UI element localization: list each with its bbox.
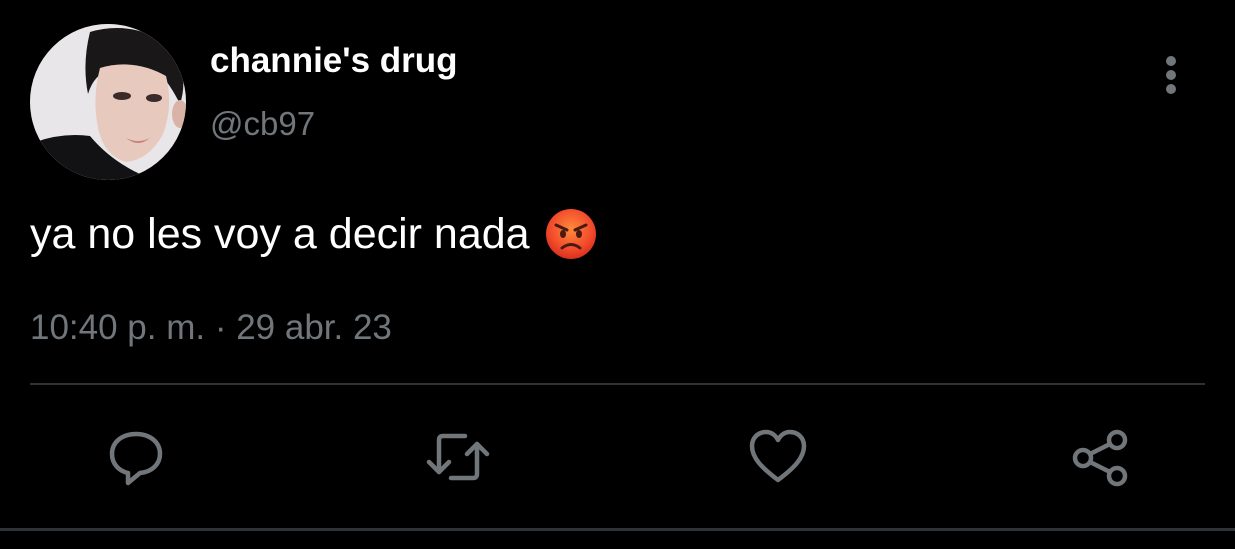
tweet-body: ya no les voy a decir nada — [30, 210, 530, 258]
heart-icon — [749, 429, 807, 483]
avatar[interactable] — [30, 24, 186, 180]
like-button[interactable] — [748, 428, 808, 488]
reply-icon — [109, 431, 163, 486]
more-options-button[interactable] — [1150, 52, 1192, 98]
retweet-icon — [426, 433, 490, 481]
divider — [30, 383, 1205, 385]
reply-button[interactable] — [106, 428, 166, 488]
tweet-timestamp[interactable]: 10:40 p. m. · 29 abr. 23 — [30, 306, 392, 350]
pouting-face-emoji — [544, 207, 598, 261]
share-button[interactable] — [1070, 428, 1130, 488]
display-name[interactable]: channie's drug — [210, 40, 458, 82]
share-icon — [1072, 429, 1128, 487]
divider — [0, 528, 1235, 531]
more-vertical-icon — [1166, 56, 1176, 94]
retweet-button[interactable] — [425, 428, 490, 488]
user-handle[interactable]: @cb97 — [210, 104, 315, 144]
tweet-text: ya no les voy a decir nada — [30, 206, 598, 262]
